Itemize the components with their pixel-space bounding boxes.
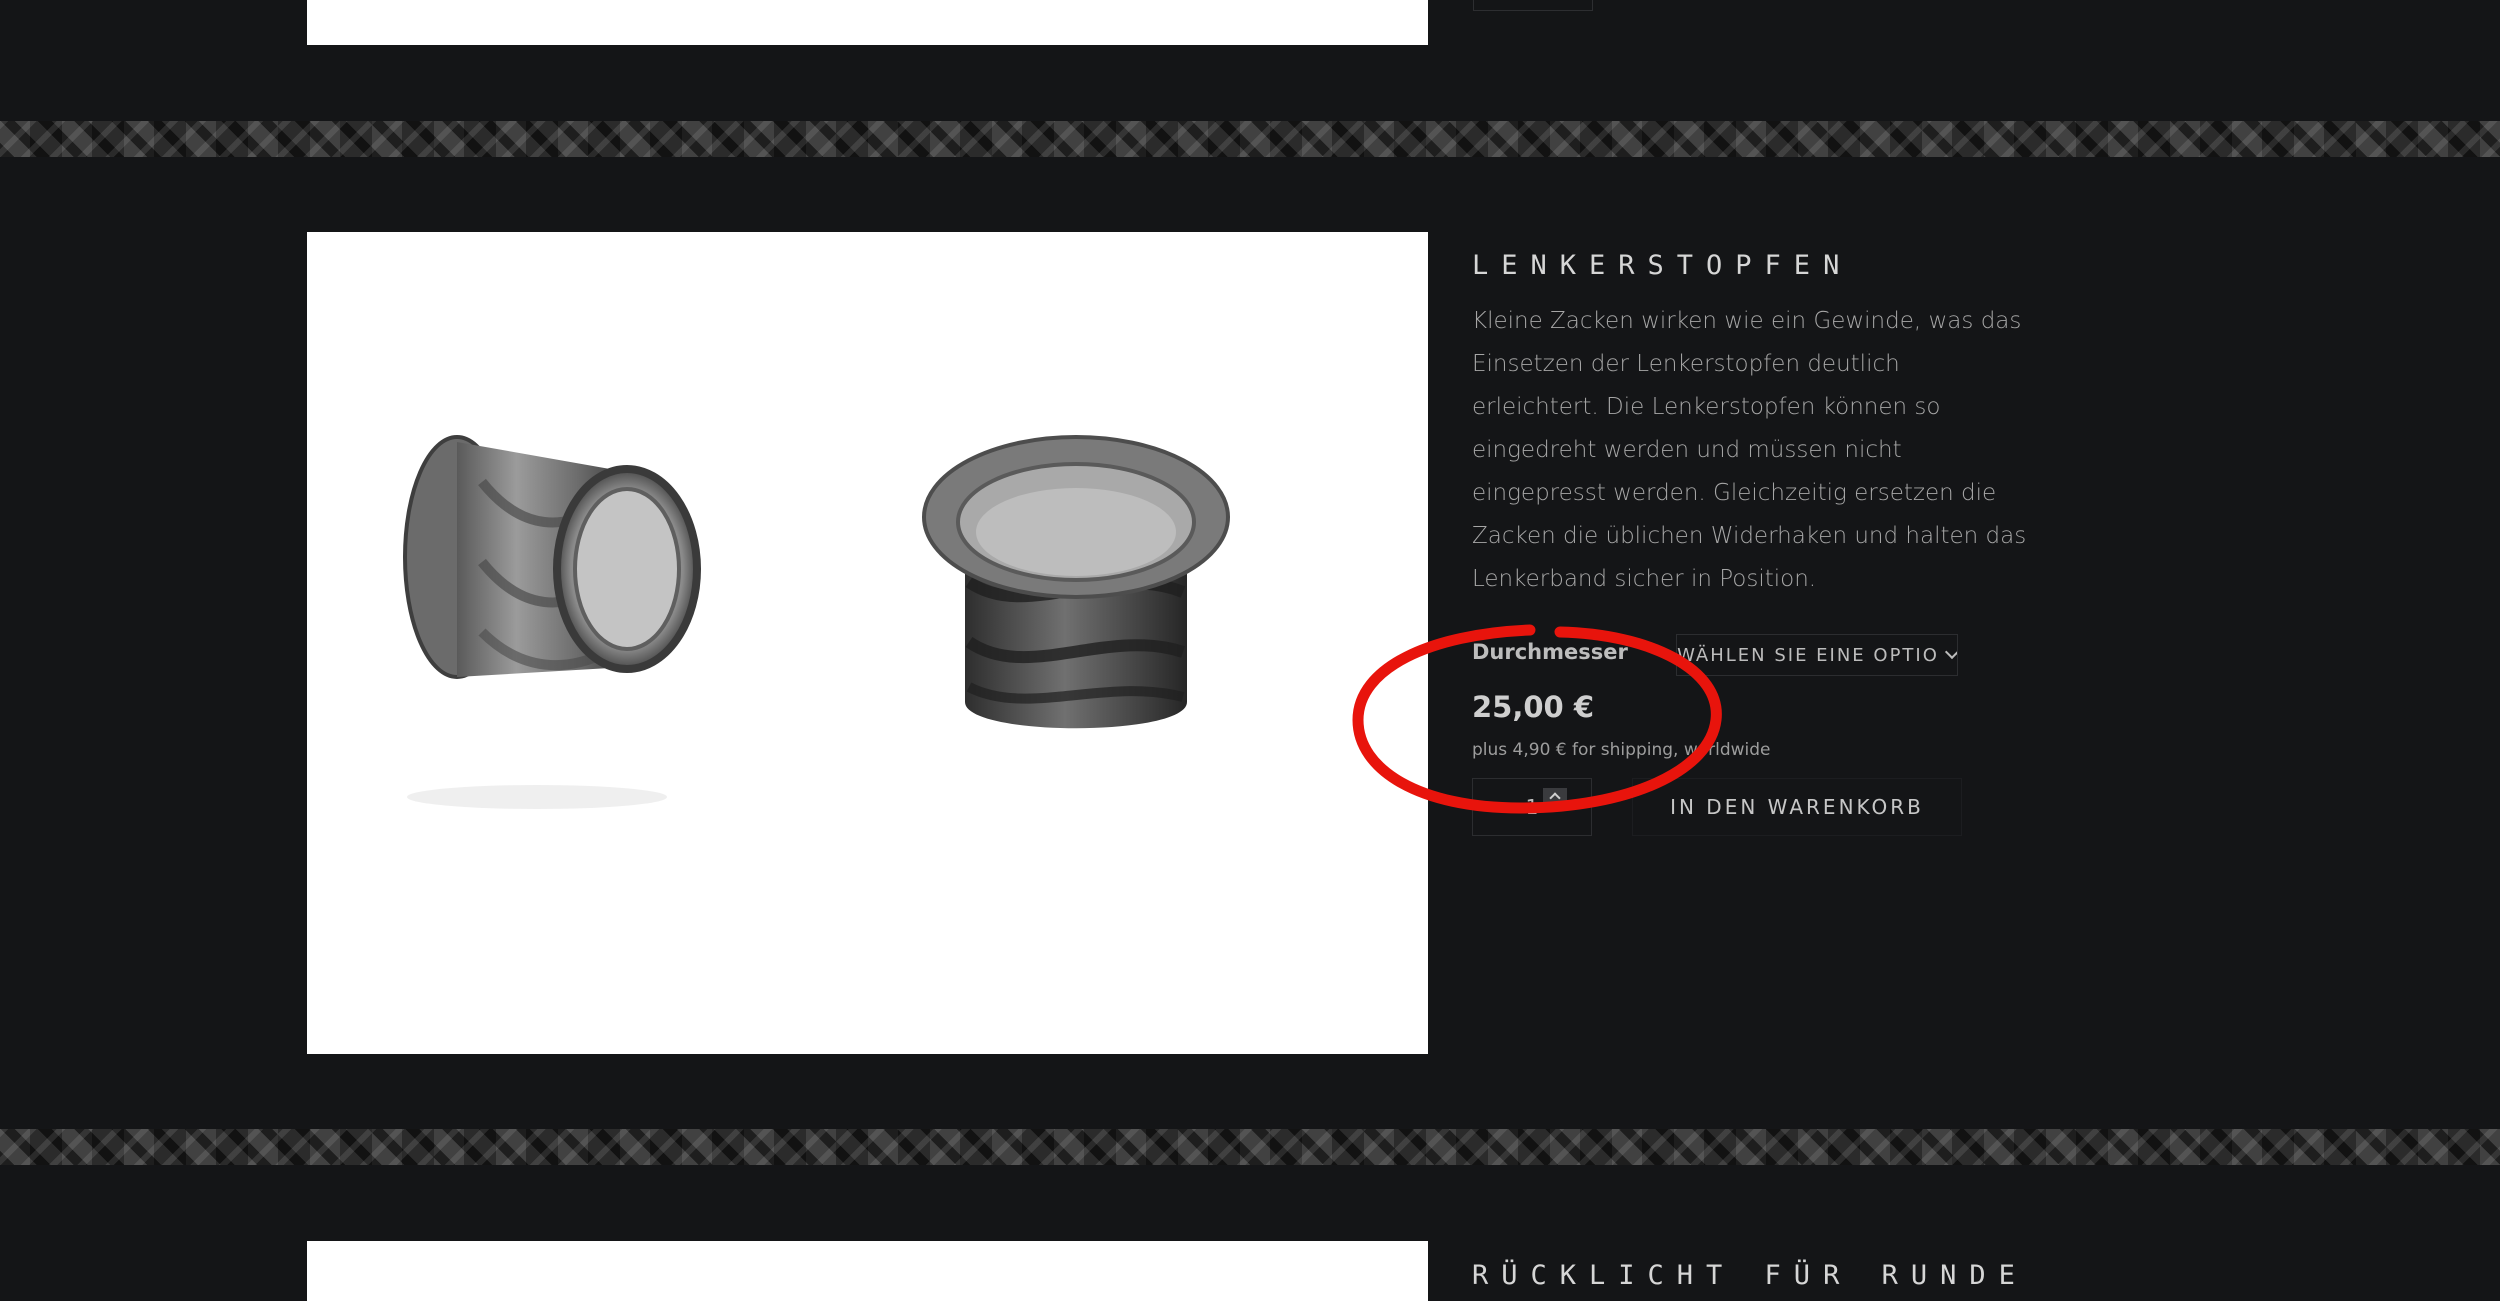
quantity-input[interactable]: 1: [1472, 778, 1592, 836]
quantity-stepper[interactable]: [1543, 788, 1567, 822]
stepper-up-button[interactable]: [1543, 788, 1567, 804]
product-title: LENKERSTOPFEN: [1472, 250, 1853, 281]
product-price: 25,00 €: [1472, 690, 1595, 724]
handlebar-plugs-photo: [403, 435, 1230, 809]
add-to-cart-button[interactable]: IN DEN WARENKORB: [1632, 778, 1962, 836]
previous-quantity-box[interactable]: [1473, 0, 1593, 11]
quantity-value: 1: [1525, 795, 1539, 819]
variation-label: Durchmesser: [1472, 640, 1628, 664]
shop-page: LENKERSTOPFEN Kleine Zacken wirken wie e…: [0, 0, 2500, 1301]
carbon-texture-divider: [0, 1129, 2500, 1165]
product-image-lenkerstopfen[interactable]: [307, 232, 1428, 1054]
next-product-image[interactable]: [307, 1241, 1428, 1301]
product-description: Kleine Zacken wirken wie ein Gewinde, wa…: [1472, 308, 2027, 592]
diameter-select-value: WÄHLEN SIE EINE OPTIO: [1677, 644, 1939, 666]
right-plug-shape: [922, 435, 1230, 729]
diameter-select[interactable]: WÄHLEN SIE EINE OPTIO: [1676, 634, 1958, 676]
previous-product-image[interactable]: [307, 0, 1428, 45]
shipping-note: plus 4,90 € for shipping, worldwide: [1472, 740, 1771, 760]
left-plug-shape: [403, 435, 701, 809]
carbon-texture-divider: [0, 121, 2500, 157]
next-product-title: RÜCKLICHT FÜR RUNDE: [1472, 1260, 2028, 1291]
chevron-down-icon: [1944, 644, 1957, 660]
chevron-up-icon: [1549, 792, 1561, 804]
